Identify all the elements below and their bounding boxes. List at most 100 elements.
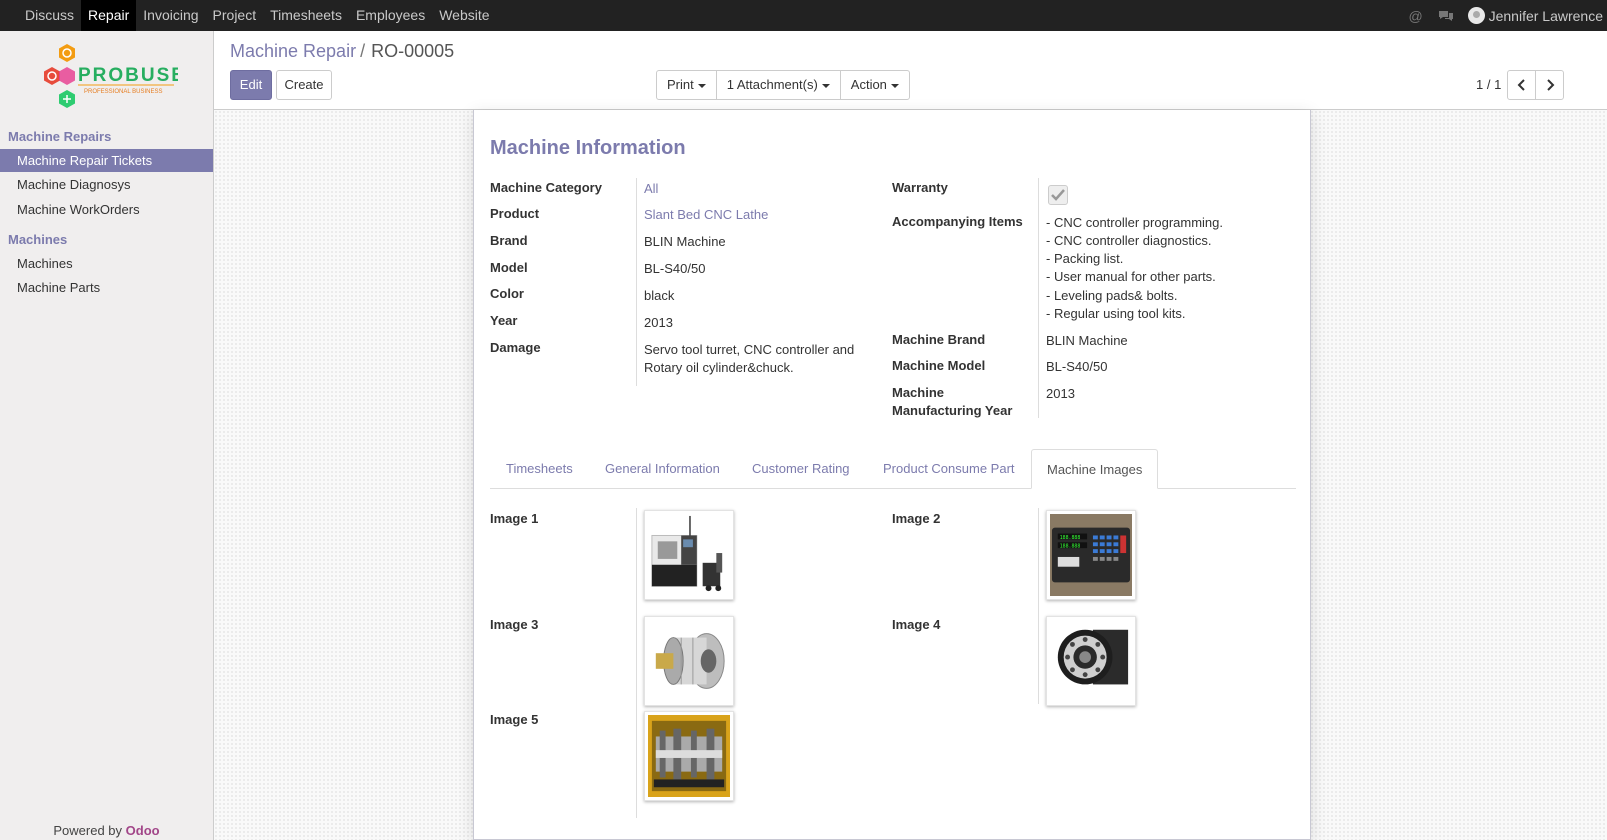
menu-repair[interactable]: Repair — [81, 0, 137, 31]
label-accompanying-items: Accompanying Items — [892, 214, 1023, 229]
label-damage: Damage — [490, 340, 541, 355]
accompanying-item: - CNC controller diagnostics. — [1046, 233, 1212, 248]
sidebar-item-machines[interactable]: Machines — [0, 252, 213, 275]
label-machine-model: Machine Model — [892, 358, 986, 373]
tab-general-information[interactable]: General Information — [590, 449, 735, 489]
chevron-right-icon[interactable] — [1535, 70, 1564, 100]
print-label: Print — [667, 77, 694, 92]
mfg-year-value: 2013 — [1046, 386, 1075, 401]
menu-employees[interactable]: Employees — [349, 0, 432, 31]
user-name: Jennifer Lawrence — [1488, 7, 1603, 24]
top-navbar: Discuss Repair Invoicing Project Timeshe… — [0, 0, 1607, 31]
check-icon — [1051, 189, 1065, 201]
label-color: Color — [490, 286, 524, 301]
damage-value-line2: Rotary oil cylinder&chuck. — [644, 360, 794, 375]
sidebar-item-machine-parts[interactable]: Machine Parts — [0, 276, 213, 299]
attachments-dropdown[interactable]: 1 Attachment(s) — [715, 70, 841, 100]
breadcrumb: Machine Repair / RO-00005 — [230, 41, 454, 62]
company-logo[interactable]: PROBUSE PROFESSIONAL BUSINESS — [38, 41, 184, 117]
label-image-3: Image 3 — [490, 617, 539, 632]
image-4-thumbnail[interactable] — [1046, 616, 1136, 706]
label-year: Year — [490, 313, 518, 328]
machine-category-value[interactable]: All — [644, 180, 658, 198]
chevron-left-icon[interactable] — [1507, 70, 1536, 100]
menu-discuss[interactable]: Discuss — [18, 0, 81, 31]
label-mfg-year-line1: Machine — [892, 385, 945, 400]
product-value[interactable]: Slant Bed CNC Lathe — [644, 206, 768, 224]
sidebar-section-machine-repairs[interactable]: Machine Repairs — [8, 129, 111, 144]
label-warranty: Warranty — [892, 180, 948, 195]
svg-text:188.888: 188.888 — [1060, 535, 1081, 541]
sidebar-item-machine-repair-tickets[interactable]: Machine Repair Tickets — [0, 149, 213, 172]
year-value: 2013 — [644, 315, 673, 330]
warranty-checkbox[interactable] — [1048, 185, 1068, 205]
form-sheet: Machine Information Machine Category All… — [473, 110, 1311, 840]
at-icon[interactable]: @ — [1408, 8, 1424, 24]
divider — [1038, 178, 1039, 418]
create-button[interactable]: Create — [276, 70, 332, 100]
chat-icon[interactable] — [1438, 8, 1454, 24]
accompanying-item: - User manual for other parts. — [1046, 269, 1216, 284]
app-menu: Discuss Repair Invoicing Project Timeshe… — [18, 0, 497, 31]
label-image-2: Image 2 — [892, 511, 941, 526]
edit-button[interactable]: Edit — [230, 70, 272, 100]
logo-text: PROBUSE — [78, 65, 178, 86]
image-3-thumbnail[interactable] — [644, 616, 734, 706]
accompanying-item: - CNC controller programming. — [1046, 215, 1223, 230]
notebook-tabs: Timesheets General Information Customer … — [490, 449, 1296, 489]
damage-value-line1: Servo tool turret, CNC controller and — [644, 342, 855, 357]
accompanying-item: - Regular using tool kits. — [1046, 306, 1186, 321]
image-2-thumbnail[interactable]: 188.888 188.888 — [1046, 510, 1136, 600]
caret-down-icon — [821, 83, 830, 88]
attachments-label: 1 Attachment(s) — [726, 77, 818, 92]
control-panel: Machine Repair / RO-00005 Edit Create Prin… — [214, 31, 1607, 110]
tab-machine-images[interactable]: Machine Images — [1031, 449, 1159, 489]
menu-invoicing[interactable]: Invoicing — [136, 0, 205, 31]
label-machine-category: Machine Category — [490, 180, 602, 195]
label-image-4: Image 4 — [892, 617, 941, 632]
label-model: Model — [490, 260, 528, 275]
breadcrumb-separator: / — [360, 41, 366, 61]
powered-by: Powered by Odoo — [0, 823, 213, 838]
image-5-thumbnail[interactable] — [644, 711, 734, 801]
label-brand: Brand — [490, 233, 528, 248]
brand-value: BLIN Machine — [644, 234, 726, 249]
label-machine-brand: Machine Brand — [892, 332, 986, 347]
label-product: Product — [490, 206, 540, 221]
section-title: Machine Information — [490, 137, 686, 159]
divider — [1038, 508, 1039, 704]
logo-subtext: PROFESSIONAL BUSINESS — [84, 89, 162, 95]
menu-project[interactable]: Project — [206, 0, 264, 31]
caret-down-icon — [697, 83, 706, 88]
tab-timesheets[interactable]: Timesheets — [491, 449, 588, 489]
print-dropdown[interactable]: Print — [656, 70, 717, 100]
tab-customer-rating[interactable]: Customer Rating — [737, 449, 865, 489]
sidebar-actions: Print 1 Attachment(s) Action — [656, 70, 910, 100]
avatar — [1467, 7, 1485, 24]
user-menu[interactable]: Jennifer Lawrence — [1467, 7, 1603, 24]
image-1-thumbnail[interactable] — [644, 510, 734, 600]
breadcrumb-current: RO-00005 — [371, 41, 455, 61]
label-mfg-year-line2: Manufacturing Year — [892, 403, 1013, 418]
divider — [636, 508, 637, 818]
odoo-link[interactable]: Odoo — [126, 823, 160, 838]
menu-timesheets[interactable]: Timesheets — [263, 0, 349, 31]
divider — [636, 178, 637, 386]
pager-value: 1 / 1 — [1476, 77, 1502, 92]
menu-website[interactable]: Website — [432, 0, 496, 31]
breadcrumb-parent[interactable]: Machine Repair — [230, 41, 356, 61]
sidebar-item-machine-diagnosys[interactable]: Machine Diagnosys — [0, 173, 213, 196]
caret-down-icon — [890, 83, 899, 88]
label-image-1: Image 1 — [490, 511, 539, 526]
sidebar-section-machines[interactable]: Machines — [8, 232, 67, 247]
model-value: BL-S40/50 — [644, 261, 706, 276]
sidebar-item-machine-workorders[interactable]: Machine WorkOrders — [0, 198, 213, 221]
action-dropdown[interactable]: Action — [839, 70, 910, 100]
topbar-right: @ Jennifer Lawrence — [1408, 0, 1607, 31]
machine-brand-value: BLIN Machine — [1046, 333, 1128, 348]
svg-text:188.888: 188.888 — [1060, 544, 1081, 550]
label-image-5: Image 5 — [490, 712, 539, 727]
machine-model-value: BL-S40/50 — [1046, 359, 1108, 374]
color-value: black — [644, 288, 675, 303]
tab-product-consume-part[interactable]: Product Consume Part — [868, 449, 1030, 489]
